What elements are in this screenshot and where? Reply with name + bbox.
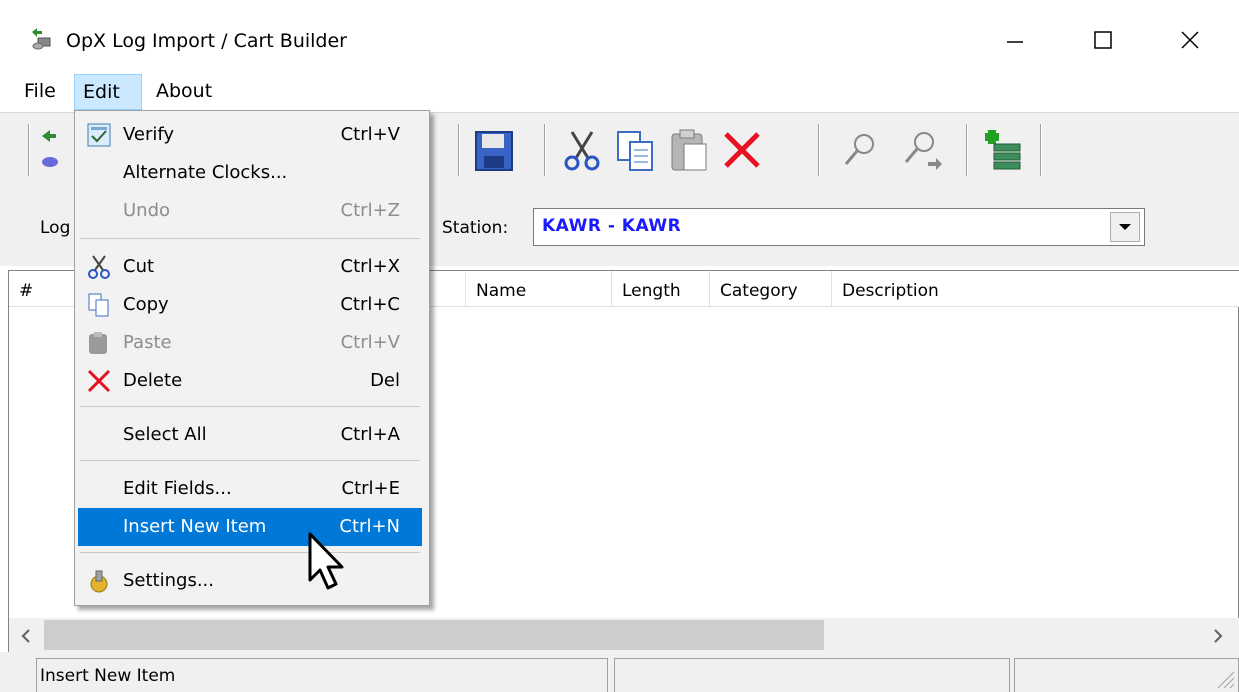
toolbar-separator <box>28 124 30 176</box>
menu-separator <box>80 552 420 553</box>
menu-item-label: Settings... <box>123 570 214 591</box>
station-label: Station: <box>442 218 509 238</box>
menu-item-shortcut: Del <box>370 370 400 391</box>
menu-item-shortcut: Ctrl+Z <box>340 200 400 221</box>
menu-item-shortcut: Ctrl+V <box>340 124 400 145</box>
menu-item-label: Alternate Clocks... <box>123 162 288 183</box>
menu-separator <box>80 238 420 239</box>
menu-item-edit-fields[interactable]: Edit Fields... Ctrl+E <box>78 470 422 508</box>
toolbar-separator <box>544 124 546 176</box>
toolbar-separator <box>1040 124 1042 176</box>
column-header-number[interactable]: # <box>9 271 69 307</box>
menu-item-undo[interactable]: Undo Ctrl+Z <box>78 192 422 230</box>
find-icon[interactable] <box>836 126 884 174</box>
checkbox-icon <box>86 122 112 148</box>
copy-icon[interactable] <box>612 126 660 174</box>
resize-grip-icon[interactable] <box>1212 666 1236 690</box>
save-icon[interactable] <box>470 126 518 174</box>
settings-icon <box>86 568 112 594</box>
menu-item-shortcut: Ctrl+C <box>340 294 400 315</box>
menu-edit[interactable]: Edit <box>74 74 142 110</box>
menu-item-label: Insert New Item <box>123 516 267 537</box>
maximize-button[interactable] <box>1068 14 1138 66</box>
menu-item-label: Undo <box>123 200 171 221</box>
menu-item-copy[interactable]: Copy Ctrl+C <box>78 286 422 324</box>
delete-icon[interactable] <box>718 126 766 174</box>
menu-item-alternate-clocks[interactable]: Alternate Clocks... <box>78 154 422 192</box>
menu-item-verify[interactable]: Verify Ctrl+V <box>78 116 422 154</box>
station-dropdown-button[interactable] <box>1110 212 1140 242</box>
toolbar-separator <box>818 124 820 176</box>
menu-separator <box>80 460 420 461</box>
insert-list-icon[interactable] <box>980 126 1028 174</box>
menu-item-shortcut: Ctrl+E <box>341 478 400 499</box>
status-panel <box>1014 658 1239 692</box>
column-header-length[interactable]: Length <box>612 271 710 307</box>
status-text: Insert New Item <box>40 666 176 686</box>
menu-about[interactable]: About <box>148 74 220 110</box>
scroll-left-arrow-icon[interactable] <box>14 624 38 648</box>
copy-icon <box>86 292 112 318</box>
menu-item-label: Edit Fields... <box>123 478 232 499</box>
cut-icon[interactable] <box>558 126 606 174</box>
column-header-category[interactable]: Category <box>710 271 832 307</box>
menu-item-shortcut: Ctrl+A <box>340 424 400 445</box>
menu-item-settings[interactable]: Settings... <box>78 562 422 600</box>
menu-item-paste[interactable]: Paste Ctrl+V <box>78 324 422 362</box>
menu-item-shortcut: Ctrl+X <box>340 256 400 277</box>
paste-icon[interactable] <box>666 126 714 174</box>
menu-item-insert-new-item[interactable]: Insert New Item Ctrl+N <box>78 508 422 546</box>
log-label: Log <box>40 218 71 238</box>
station-select-value: KAWR - KAWR <box>542 216 682 236</box>
menu-item-cut[interactable]: Cut Ctrl+X <box>78 248 422 286</box>
menu-item-label: Delete <box>123 370 183 391</box>
scrollbar-thumb[interactable] <box>44 620 824 650</box>
menu-item-label: Cut <box>123 256 155 277</box>
find-next-icon[interactable] <box>898 126 946 174</box>
delete-icon <box>86 368 112 394</box>
close-button[interactable] <box>1155 14 1225 66</box>
menu-item-label: Copy <box>123 294 169 315</box>
menu-item-select-all[interactable]: Select All Ctrl+A <box>78 416 422 454</box>
chevron-down-icon <box>1119 224 1131 230</box>
mouse-pointer-icon <box>302 530 350 594</box>
menu-item-shortcut: Ctrl+V <box>340 332 400 353</box>
menu-separator <box>80 406 420 407</box>
status-panel <box>614 658 1010 692</box>
minimize-button[interactable] <box>980 14 1050 66</box>
column-header-name[interactable]: Name <box>466 271 612 307</box>
toolbar-separator <box>458 124 460 176</box>
menu-item-label: Verify <box>123 124 175 145</box>
toolbar-separator <box>966 124 968 176</box>
column-divider[interactable] <box>465 272 466 306</box>
paste-icon <box>86 330 112 356</box>
menu-file[interactable]: File <box>16 74 64 110</box>
window-title: OpX Log Import / Cart Builder <box>66 30 347 52</box>
app-icon <box>28 26 54 52</box>
menu-item-label: Select All <box>123 424 207 445</box>
menu-item-delete[interactable]: Delete Del <box>78 362 422 400</box>
column-header-description[interactable]: Description <box>832 271 1239 307</box>
menu-item-label: Paste <box>123 332 172 353</box>
scissors-icon <box>86 254 112 280</box>
scroll-right-arrow-icon[interactable] <box>1206 624 1230 648</box>
